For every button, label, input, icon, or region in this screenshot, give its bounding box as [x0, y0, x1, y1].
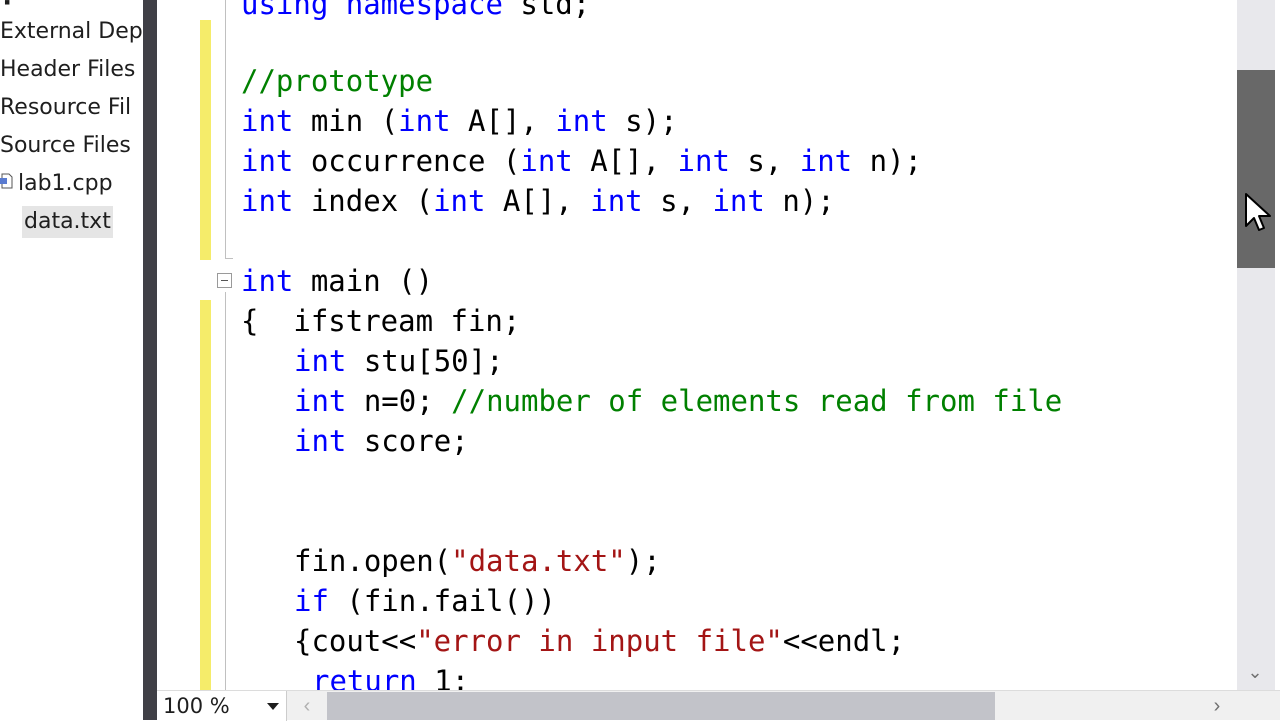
tree-item-header-files[interactable]: Header Files	[0, 54, 135, 86]
scroll-right-icon[interactable]: ›	[1207, 695, 1227, 717]
code-line: return 1;	[312, 664, 470, 690]
editor-bottom-bar: 100 % ‹ ›	[157, 690, 1280, 721]
tree-item-label: lab1.cpp	[18, 171, 113, 196]
pane-splitter[interactable]	[143, 0, 157, 720]
change-marker	[200, 20, 211, 260]
tree-item-label: External Dep	[0, 19, 143, 44]
code-line: int occurrence (int A[], int s, int n);	[241, 144, 922, 178]
zoom-level: 100 %	[163, 694, 230, 718]
vertical-scrollbar-thumb[interactable]	[1237, 70, 1275, 268]
tree-item-external-dependencies[interactable]: External Dep	[0, 16, 143, 48]
code-line: int n=0; //number of elements read from …	[294, 384, 1063, 418]
mouse-pointer-icon	[1245, 193, 1271, 231]
window-edge	[1275, 0, 1280, 720]
tree-item-resource-files[interactable]: Resource Fil	[0, 92, 131, 124]
code-line: int stu[50];	[294, 344, 504, 378]
outline-guide	[225, 258, 233, 259]
code-editor[interactable]: using namespace std; //prototype int min…	[157, 0, 1237, 690]
outline-guide	[225, 0, 226, 258]
code-line: { ifstream fin;	[241, 304, 521, 338]
change-marker	[200, 300, 211, 690]
tree-item-lab1-cpp[interactable]: lab1.cpp	[0, 168, 113, 200]
code-line: int main ()	[241, 264, 434, 298]
code-line: {cout<<"error in input file"<<endl;	[294, 624, 906, 658]
scroll-left-icon[interactable]: ‹	[297, 695, 317, 717]
zoom-dropdown[interactable]: 100 %	[157, 691, 287, 721]
code-line: //prototype	[241, 64, 434, 98]
scroll-up-icon[interactable]: ⌃	[1244, 0, 1266, 12]
chevron-down-icon	[267, 703, 279, 710]
outline-guide	[225, 292, 226, 690]
scroll-down-icon[interactable]: ⌄	[1244, 662, 1266, 682]
tree-item-data-txt[interactable]: data.txt	[0, 206, 113, 238]
tree-partial-icon: ▪	[4, 0, 11, 12]
code-line: int index (int A[], int s, int n);	[241, 184, 835, 218]
tree-item-label: Source Files	[0, 133, 131, 158]
tree-item-label: data.txt	[22, 206, 113, 238]
horizontal-scrollbar-thumb[interactable]	[327, 692, 995, 720]
solution-explorer: ▪ External Dep Header Files Resource Fil…	[0, 0, 143, 720]
tree-item-label: Resource Fil	[0, 95, 132, 120]
tree-item-label: Header Files	[0, 57, 136, 82]
tree-item-source-files[interactable]: Source Files	[0, 130, 131, 162]
code-line: using namespace std;	[241, 0, 591, 21]
code-line: int score;	[294, 424, 469, 458]
code-line: int min (int A[], int s);	[241, 104, 678, 138]
code-line: if (fin.fail())	[294, 584, 556, 618]
collapse-icon[interactable]	[217, 273, 232, 288]
code-line: fin.open("data.txt");	[294, 544, 661, 578]
cpp-file-icon	[0, 173, 13, 189]
